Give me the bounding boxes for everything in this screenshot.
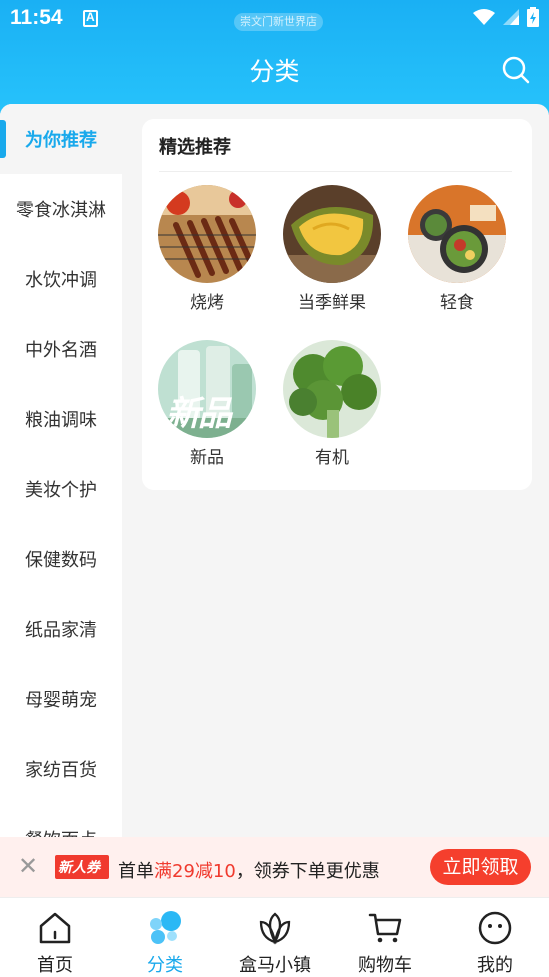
coupon-text: 首单满29减10，领券下单更优惠 <box>118 857 380 883</box>
sidebar-item-label: 保健数码 <box>25 550 97 571</box>
signal-icon <box>503 9 519 25</box>
claim-coupon-button[interactable]: 立即领取 <box>430 849 531 885</box>
sidebar-item-label: 粮油调味 <box>25 410 97 431</box>
sidebar-item-label: 中外名酒 <box>25 340 97 361</box>
tab-label: 购物车 <box>358 955 412 976</box>
sidebar-item-label: 零食冰淇淋 <box>16 200 106 221</box>
tab-cart[interactable]: 购物车 <box>330 898 440 977</box>
wifi-icon <box>473 9 495 25</box>
coupon-text-highlight: 满29减10 <box>154 861 236 882</box>
category-bubbles-icon <box>150 911 181 944</box>
coupon-text-suffix: ，领券下单更优惠 <box>235 861 380 882</box>
sidebar-item-drinks[interactable]: 水饮冲调 <box>0 244 122 314</box>
battery-icon <box>527 7 539 27</box>
sidebar-item-recommended[interactable]: 为你推荐 <box>0 104 122 174</box>
tab-label: 分类 <box>147 955 183 976</box>
status-time: 11:54 <box>10 6 63 29</box>
broccoli-image <box>283 340 381 438</box>
tab-me[interactable]: 我的 <box>440 898 549 977</box>
sidebar-item-label: 母婴萌宠 <box>25 690 97 711</box>
category-label: 有机 <box>315 448 349 468</box>
sidebar-item-label: 为你推荐 <box>25 130 97 151</box>
sidebar-item-label: 纸品家清 <box>25 620 97 641</box>
status-bar: 11:54 崇文门新世界店 <box>0 0 549 40</box>
sidebar-item-label: 家纺百货 <box>25 760 97 781</box>
sidebar-item-home[interactable]: 家纺百货 <box>0 734 122 804</box>
sidebar-item-liquor[interactable]: 中外名酒 <box>0 314 122 384</box>
tab-label: 我的 <box>477 955 513 976</box>
sidebar-item-label: 水饮冲调 <box>25 270 97 291</box>
flower-icon <box>259 912 291 945</box>
section-title: 精选推荐 <box>159 137 231 158</box>
category-label: 新品 <box>190 448 224 468</box>
salad-image <box>408 185 506 283</box>
durian-image <box>283 185 381 283</box>
tab-hema-town[interactable]: 盒马小镇 <box>220 898 330 977</box>
home-icon <box>39 912 71 944</box>
category-light-meal[interactable]: 轻食 <box>407 185 507 313</box>
sidebar-item-condiments[interactable]: 粮油调味 <box>0 384 122 454</box>
category-organic[interactable]: 有机 <box>282 340 382 468</box>
tab-home[interactable]: 首页 <box>0 898 110 977</box>
sidebar-item-beauty[interactable]: 美妆个护 <box>0 454 122 524</box>
category-label: 烧烤 <box>190 293 224 313</box>
tab-label: 盒马小镇 <box>239 955 311 976</box>
store-location: 崇文门新世界店 <box>234 13 323 31</box>
category-label: 当季鲜果 <box>298 293 366 313</box>
divider <box>159 171 512 172</box>
sidebar-item-health[interactable]: 保健数码 <box>0 524 122 594</box>
cart-icon <box>368 913 402 943</box>
search-icon[interactable] <box>502 56 530 84</box>
sidebar-item-snacks[interactable]: 零食冰淇淋 <box>0 174 122 244</box>
coupon-text-prefix: 首单 <box>118 861 154 882</box>
sidebar-item-label: 美妆个护 <box>25 480 97 501</box>
new-products-image-text: 新品 <box>166 394 232 434</box>
bbq-image <box>158 185 256 283</box>
coupon-tag-label: 新人券 <box>58 860 100 876</box>
notification-a-icon <box>83 10 98 27</box>
close-icon[interactable]: ✕ <box>18 854 38 878</box>
category-new[interactable]: 新品 新品 <box>157 340 257 468</box>
tab-label: 首页 <box>37 955 73 976</box>
sidebar-item-baby[interactable]: 母婴萌宠 <box>0 664 122 734</box>
category-sidebar: 为你推荐 零食冰淇淋 水饮冲调 中外名酒 粮油调味 美妆个护 保健数码 纸品家清… <box>0 104 122 897</box>
bottom-tab-bar: 首页 分类 盒马小镇 购物车 我的 <box>0 897 549 977</box>
category-label: 轻食 <box>440 293 474 313</box>
featured-card: 精选推荐 烧烤 当季鲜果 轻食 新品 新品 有机 <box>142 119 532 490</box>
smiley-face-icon <box>478 911 512 945</box>
new-user-coupon-banner: ✕ 新人券 首单满29减10，领券下单更优惠 立即领取 <box>0 837 549 897</box>
category-seasonal-fruit[interactable]: 当季鲜果 <box>282 185 382 313</box>
header-bar: 11:54 崇文门新世界店 分类 <box>0 0 549 115</box>
category-bbq[interactable]: 烧烤 <box>157 185 257 313</box>
sidebar-item-paper[interactable]: 纸品家清 <box>0 594 122 664</box>
content-panel: 为你推荐 零食冰淇淋 水饮冲调 中外名酒 粮油调味 美妆个护 保健数码 纸品家清… <box>0 104 549 897</box>
page-title: 分类 <box>249 57 300 86</box>
tab-category[interactable]: 分类 <box>110 898 220 977</box>
new-products-image: 新品 <box>158 340 256 438</box>
